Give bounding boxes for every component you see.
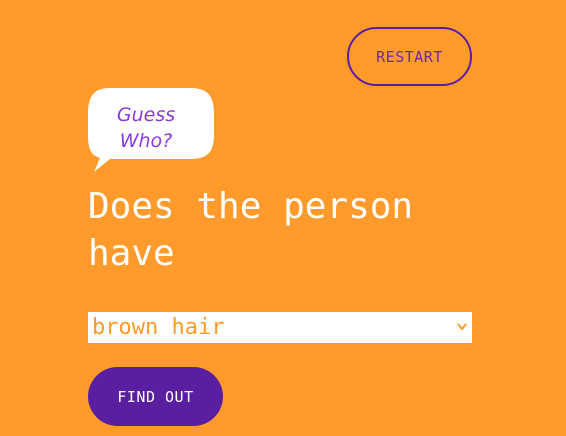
question-heading: Does the person have [88,183,488,277]
question-line-2: have [88,233,175,274]
restart-button[interactable]: RESTART [347,27,472,86]
chevron-down-icon [457,323,467,331]
logo-line-2: Who? [119,130,173,152]
find-out-button[interactable]: FIND OUT [88,367,223,426]
logo-line-1: Guess [116,104,176,126]
question-line-1: Does the person [88,186,414,227]
guess-who-logo: Guess Who? [86,86,218,176]
attribute-select-value: brown hair [92,315,225,340]
attribute-select[interactable]: brown hair [88,312,472,343]
